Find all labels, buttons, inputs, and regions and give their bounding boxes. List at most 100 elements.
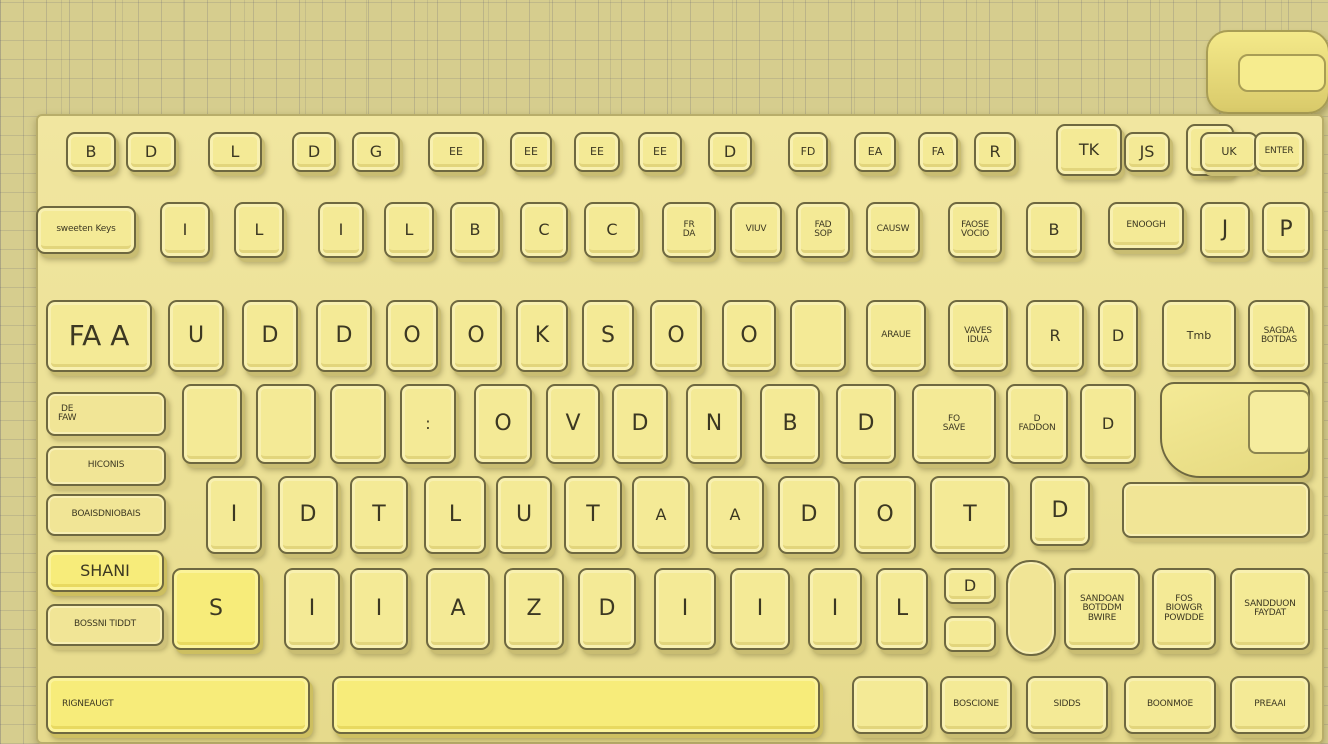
key[interactable]: SAGDA BOTDAS: [1248, 300, 1310, 372]
key[interactable]: VIUV: [730, 202, 782, 258]
corner-knob[interactable]: [1206, 30, 1328, 114]
key[interactable]: D: [708, 132, 752, 172]
key[interactable]: K: [516, 300, 568, 372]
key[interactable]: R: [974, 132, 1016, 172]
key[interactable]: L: [234, 202, 284, 258]
key[interactable]: UK: [1200, 132, 1258, 172]
key[interactable]: A: [426, 568, 490, 650]
key[interactable]: FR DA: [662, 202, 716, 258]
key[interactable]: SIDDS: [1026, 676, 1108, 734]
key[interactable]: FAOSE VOCIO: [948, 202, 1002, 258]
key[interactable]: FO SAVE: [912, 384, 996, 464]
key[interactable]: D: [612, 384, 668, 464]
key[interactable]: B: [450, 202, 500, 258]
key[interactable]: ENTER: [1254, 132, 1304, 172]
key[interactable]: JS: [1124, 132, 1170, 172]
key-wide[interactable]: [1122, 482, 1310, 538]
key[interactable]: C: [520, 202, 568, 258]
key[interactable]: :: [400, 384, 456, 464]
key[interactable]: I: [730, 568, 790, 650]
key[interactable]: P: [1262, 202, 1310, 258]
key[interactable]: A: [706, 476, 764, 554]
key[interactable]: DE FAW: [46, 392, 166, 436]
key[interactable]: [852, 676, 928, 734]
key[interactable]: BOSCIONE: [940, 676, 1012, 734]
key[interactable]: [256, 384, 316, 464]
key[interactable]: A: [632, 476, 690, 554]
key[interactable]: FOS BIOWGR POWDDE: [1152, 568, 1216, 650]
key[interactable]: CAUSW: [866, 202, 920, 258]
key[interactable]: T: [564, 476, 622, 554]
key[interactable]: I: [654, 568, 716, 650]
key[interactable]: EE: [428, 132, 484, 172]
key[interactable]: O: [474, 384, 532, 464]
key-round[interactable]: [1006, 560, 1056, 656]
key[interactable]: EE: [638, 132, 682, 172]
key[interactable]: ARAUE: [866, 300, 926, 372]
key[interactable]: I: [318, 202, 364, 258]
key[interactable]: I: [808, 568, 862, 650]
key[interactable]: J: [1200, 202, 1250, 258]
key[interactable]: FA A: [46, 300, 152, 372]
key[interactable]: B: [1026, 202, 1082, 258]
key[interactable]: TK: [1056, 124, 1122, 176]
key[interactable]: L: [384, 202, 434, 258]
key[interactable]: D: [836, 384, 896, 464]
key[interactable]: I: [206, 476, 262, 554]
key[interactable]: [330, 384, 386, 464]
key[interactable]: T: [350, 476, 408, 554]
enter-key[interactable]: [1160, 382, 1310, 478]
key[interactable]: SHANI: [46, 550, 164, 592]
key[interactable]: D: [578, 568, 636, 650]
key[interactable]: U: [496, 476, 552, 554]
key[interactable]: L: [876, 568, 928, 650]
key[interactable]: T: [930, 476, 1010, 554]
key[interactable]: O: [386, 300, 438, 372]
key[interactable]: R: [1026, 300, 1084, 372]
key[interactable]: ENOOGH: [1108, 202, 1184, 250]
key[interactable]: D: [1080, 384, 1136, 464]
key[interactable]: BOSSNI TIDDT: [46, 604, 164, 646]
key[interactable]: HICONIS: [46, 446, 166, 486]
key[interactable]: B: [66, 132, 116, 172]
key[interactable]: D: [778, 476, 840, 554]
key[interactable]: FA: [918, 132, 958, 172]
key[interactable]: D: [316, 300, 372, 372]
key[interactable]: SANDOAN BOTDDM BWIRE: [1064, 568, 1140, 650]
key[interactable]: C: [584, 202, 640, 258]
key[interactable]: G: [352, 132, 400, 172]
key[interactable]: EA: [854, 132, 896, 172]
key[interactable]: O: [722, 300, 776, 372]
key[interactable]: RIGNEAUGT: [46, 676, 310, 734]
key[interactable]: D: [126, 132, 176, 172]
key[interactable]: V: [546, 384, 600, 464]
key[interactable]: O: [854, 476, 916, 554]
key[interactable]: S: [582, 300, 634, 372]
spacebar[interactable]: [332, 676, 820, 734]
key[interactable]: Z: [504, 568, 564, 650]
key[interactable]: D FADDON: [1006, 384, 1068, 464]
key[interactable]: BOONMOE: [1124, 676, 1216, 734]
key[interactable]: PREAAI: [1230, 676, 1310, 734]
key[interactable]: D: [292, 132, 336, 172]
key[interactable]: FD: [788, 132, 828, 172]
key[interactable]: I: [160, 202, 210, 258]
key[interactable]: D: [242, 300, 298, 372]
key[interactable]: sweeten Keys: [36, 206, 136, 254]
key[interactable]: I: [350, 568, 408, 650]
key[interactable]: D: [1098, 300, 1138, 372]
key[interactable]: L: [208, 132, 262, 172]
key[interactable]: EE: [510, 132, 552, 172]
key[interactable]: D: [278, 476, 338, 554]
key[interactable]: O: [450, 300, 502, 372]
key[interactable]: BOAISDNIOBAIS: [46, 494, 166, 536]
key[interactable]: VAVES IDUA: [948, 300, 1008, 372]
key[interactable]: FAD SOP: [796, 202, 850, 258]
key[interactable]: N: [686, 384, 742, 464]
key[interactable]: D: [1030, 476, 1090, 546]
key[interactable]: U: [168, 300, 224, 372]
key[interactable]: L: [424, 476, 486, 554]
key[interactable]: I: [284, 568, 340, 650]
key[interactable]: Tmb: [1162, 300, 1236, 372]
key[interactable]: D: [944, 568, 996, 604]
